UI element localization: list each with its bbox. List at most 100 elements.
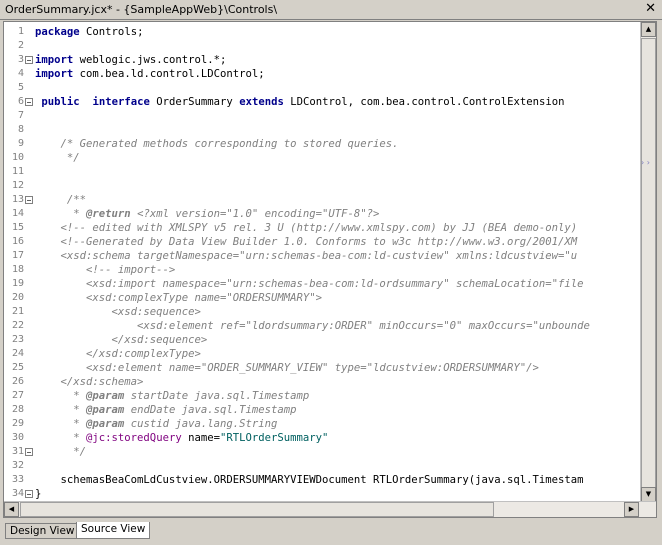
line-number: 3 bbox=[17, 54, 24, 65]
code-line: import weblogic.jws.control.*; bbox=[35, 53, 226, 67]
code-line: schemasBeaComLdCustview.ORDERSUMMARYVIEW… bbox=[35, 473, 584, 487]
vertical-scrollbar[interactable]: ▲ ▼ bbox=[640, 22, 656, 512]
code-token: extends bbox=[239, 96, 284, 108]
code-line: <!-- edited with XMLSPY v5 rel. 3 U (htt… bbox=[35, 221, 578, 235]
code-token: * bbox=[35, 208, 87, 220]
line-number: 22 bbox=[11, 320, 24, 331]
code-token: /* Generated methods corresponding to st… bbox=[35, 138, 399, 150]
line-number: 7 bbox=[17, 110, 24, 121]
fold-toggle-icon[interactable] bbox=[25, 196, 33, 204]
tab-design-view[interactable]: Design View bbox=[5, 523, 80, 539]
line-number: 18 bbox=[11, 264, 24, 275]
line-number: 20 bbox=[11, 292, 24, 303]
source-editor[interactable]: 1 2 3 4 5 6 7 8 9 10 11 12 13 14 15 16 17 18 19 20 21 22 23 24 2… bbox=[3, 21, 657, 518]
line-number: 17 bbox=[11, 250, 24, 261]
title-bar: OrderSummary.jcx* - {SampleAppWeb}\Contr… bbox=[0, 0, 662, 20]
code-token: endDate java.sql.Timestamp bbox=[124, 404, 297, 416]
horizontal-scroll-thumb[interactable] bbox=[20, 502, 494, 517]
code-token: <?xml version="1.0" encoding="UTF-8"?> bbox=[130, 208, 380, 220]
code-line: /* Generated methods corresponding to st… bbox=[35, 137, 399, 151]
line-number: 13 bbox=[11, 194, 24, 205]
code-token: startDate java.sql.Timestamp bbox=[124, 390, 310, 402]
scroll-right-button[interactable]: ▶ bbox=[624, 502, 639, 517]
window-title: OrderSummary.jcx* - {SampleAppWeb}\Contr… bbox=[5, 3, 278, 16]
code-line: <!--Generated by Data View Builder 1.0. … bbox=[35, 235, 578, 249]
code-line: public interface OrderSummary extends LD… bbox=[35, 95, 565, 109]
line-number: 28 bbox=[11, 404, 24, 415]
scroll-down-button[interactable]: ▼ bbox=[641, 487, 656, 502]
code-token: <!--Generated by Data View Builder 1.0. … bbox=[35, 236, 578, 248]
line-number-gutter: 1 2 3 4 5 6 7 8 9 10 11 12 13 14 15 16 17 18 19 20 21 22 23 24 2… bbox=[4, 22, 33, 517]
line-number: 5 bbox=[17, 82, 24, 93]
code-token: LDControl, com.bea.control.ControlExtens… bbox=[290, 96, 565, 108]
fold-toggle-icon[interactable] bbox=[25, 448, 33, 456]
code-token: <xsd:element name="ORDER_SUMMARY_VIEW" t… bbox=[35, 362, 539, 374]
code-token: weblogic.jws.control.*; bbox=[79, 54, 227, 66]
code-token: <xsd:import namespace="urn:schemas-bea-c… bbox=[35, 278, 584, 290]
code-token: * bbox=[35, 390, 87, 402]
scroll-up-button[interactable]: ▲ bbox=[641, 22, 656, 37]
line-number: 1 bbox=[17, 26, 24, 37]
view-tabs: Design View Source View bbox=[3, 521, 657, 541]
code-token: <xsd:schema targetNamespace="urn:schemas… bbox=[35, 250, 578, 262]
code-token: <xsd:element ref="ldordsummary:ORDER" mi… bbox=[35, 320, 590, 332]
line-number: 2 bbox=[17, 40, 24, 51]
line-number: 33 bbox=[11, 474, 24, 485]
code-token: @param bbox=[86, 418, 125, 430]
line-number: 31 bbox=[11, 446, 24, 457]
code-token: @return bbox=[86, 208, 131, 220]
code-token: OrderSummary bbox=[156, 96, 233, 108]
vertical-scroll-thumb[interactable] bbox=[641, 38, 656, 512]
code-token: @jc:storedQuery bbox=[86, 432, 182, 444]
code-line: <xsd:element name="ORDER_SUMMARY_VIEW" t… bbox=[35, 361, 539, 375]
code-token: * bbox=[35, 432, 87, 444]
horizontal-scrollbar[interactable]: ◀ ▶ bbox=[4, 501, 656, 517]
line-number: 8 bbox=[17, 124, 24, 135]
code-line: * @param startDate java.sql.Timestamp bbox=[35, 389, 309, 403]
line-number: 16 bbox=[11, 236, 24, 247]
code-area[interactable]: package Controls; import weblogic.jws.con… bbox=[35, 22, 639, 502]
code-token: import bbox=[35, 54, 74, 66]
code-token: @param bbox=[86, 404, 125, 416]
code-token: schemasBeaComLdCustview.ORDERSUMMARYVIEW… bbox=[35, 474, 584, 486]
code-token: public bbox=[41, 96, 80, 108]
code-token: * bbox=[35, 418, 87, 430]
code-token: /** bbox=[35, 194, 87, 206]
code-token: <xsd:sequence> bbox=[35, 306, 201, 318]
line-number: 15 bbox=[11, 222, 24, 233]
line-number: 34 bbox=[11, 488, 24, 499]
scroll-left-button[interactable]: ◀ bbox=[4, 502, 19, 517]
line-number: 12 bbox=[11, 180, 24, 191]
code-line: </xsd:sequence> bbox=[35, 333, 208, 347]
fold-toggle-icon[interactable] bbox=[25, 98, 33, 106]
code-token: Controls; bbox=[86, 26, 144, 38]
code-line: /** bbox=[35, 193, 86, 207]
code-token: @param bbox=[86, 390, 125, 402]
code-token: com.bea.ld.control.LDControl; bbox=[79, 68, 265, 80]
code-line: } bbox=[35, 487, 41, 501]
line-number: 11 bbox=[11, 166, 24, 177]
code-line: <xsd:import namespace="urn:schemas-bea-c… bbox=[35, 277, 584, 291]
code-line: <xsd:complexType name="ORDERSUMMARY"> bbox=[35, 291, 322, 305]
code-line: <!-- import--> bbox=[35, 263, 175, 277]
line-number: 19 bbox=[11, 278, 24, 289]
fold-toggle-icon[interactable] bbox=[25, 490, 33, 498]
code-line: */ bbox=[35, 445, 86, 459]
close-icon[interactable]: ✕ bbox=[645, 2, 656, 16]
tab-source-view[interactable]: Source View bbox=[76, 522, 151, 539]
code-token: </xsd:complexType> bbox=[35, 348, 201, 360]
line-number: 24 bbox=[11, 348, 24, 359]
fold-toggle-icon[interactable] bbox=[25, 56, 33, 64]
code-token: */ bbox=[35, 446, 87, 458]
line-number: 4 bbox=[17, 68, 24, 79]
line-number: 6 bbox=[17, 96, 24, 107]
line-number: 10 bbox=[11, 152, 24, 163]
side-marker: › › bbox=[641, 158, 650, 167]
line-number: 25 bbox=[11, 362, 24, 373]
code-token: * bbox=[35, 404, 87, 416]
code-token: */ bbox=[35, 152, 80, 164]
code-line: </xsd:complexType> bbox=[35, 347, 201, 361]
code-line: */ bbox=[35, 151, 80, 165]
code-line: * @param custid java.lang.String bbox=[35, 417, 277, 431]
code-token: "RTLOrderSummary" bbox=[219, 432, 329, 444]
